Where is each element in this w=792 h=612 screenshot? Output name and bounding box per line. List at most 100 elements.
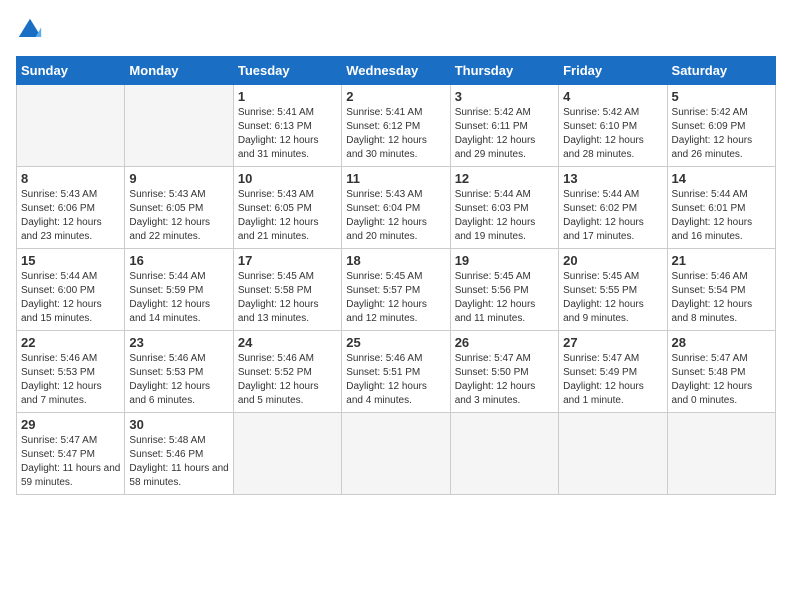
calendar-cell: 15 Sunrise: 5:44 AMSunset: 6:00 PMDayligh… [17, 249, 125, 331]
logo-icon [16, 16, 44, 44]
day-number: 20 [563, 253, 662, 268]
day-number: 13 [563, 171, 662, 186]
cell-info: Sunrise: 5:48 AMSunset: 5:46 PMDaylight:… [129, 435, 228, 488]
calendar-cell: 1 Sunrise: 5:41 AMSunset: 6:13 PMDaylight… [233, 85, 341, 167]
calendar-cell: 12 Sunrise: 5:44 AMSunset: 6:03 PMDayligh… [450, 167, 558, 249]
calendar-cell: 24 Sunrise: 5:46 AMSunset: 5:52 PMDayligh… [233, 331, 341, 413]
cell-info: Sunrise: 5:44 AMSunset: 6:00 PMDaylight:… [21, 271, 102, 324]
calendar-cell: 22 Sunrise: 5:46 AMSunset: 5:53 PMDayligh… [17, 331, 125, 413]
calendar-cell: 26 Sunrise: 5:47 AMSunset: 5:50 PMDayligh… [450, 331, 558, 413]
weekday-header-monday: Monday [125, 57, 233, 85]
day-number: 14 [672, 171, 771, 186]
cell-info: Sunrise: 5:44 AMSunset: 6:02 PMDaylight:… [563, 189, 644, 242]
cell-info: Sunrise: 5:45 AMSunset: 5:57 PMDaylight:… [346, 271, 427, 324]
calendar-week-4: 22 Sunrise: 5:46 AMSunset: 5:53 PMDayligh… [17, 331, 776, 413]
calendar-cell [125, 85, 233, 167]
calendar-cell: 20 Sunrise: 5:45 AMSunset: 5:55 PMDayligh… [559, 249, 667, 331]
cell-info: Sunrise: 5:46 AMSunset: 5:53 PMDaylight:… [21, 353, 102, 406]
day-number: 15 [21, 253, 120, 268]
weekday-header-thursday: Thursday [450, 57, 558, 85]
calendar-cell: 2 Sunrise: 5:41 AMSunset: 6:12 PMDaylight… [342, 85, 450, 167]
calendar-cell: 9 Sunrise: 5:43 AMSunset: 6:05 PMDaylight… [125, 167, 233, 249]
weekday-header-saturday: Saturday [667, 57, 775, 85]
cell-info: Sunrise: 5:46 AMSunset: 5:52 PMDaylight:… [238, 353, 319, 406]
day-number: 19 [455, 253, 554, 268]
day-number: 3 [455, 89, 554, 104]
cell-info: Sunrise: 5:43 AMSunset: 6:04 PMDaylight:… [346, 189, 427, 242]
cell-info: Sunrise: 5:43 AMSunset: 6:05 PMDaylight:… [129, 189, 210, 242]
day-number: 25 [346, 335, 445, 350]
day-number: 29 [21, 417, 120, 432]
calendar-table: SundayMondayTuesdayWednesdayThursdayFrid… [16, 56, 776, 495]
day-number: 10 [238, 171, 337, 186]
cell-info: Sunrise: 5:44 AMSunset: 6:01 PMDaylight:… [672, 189, 753, 242]
cell-info: Sunrise: 5:47 AMSunset: 5:47 PMDaylight:… [21, 435, 120, 488]
cell-info: Sunrise: 5:42 AMSunset: 6:10 PMDaylight:… [563, 107, 644, 160]
calendar-cell: 16 Sunrise: 5:44 AMSunset: 5:59 PMDayligh… [125, 249, 233, 331]
calendar-cell: 19 Sunrise: 5:45 AMSunset: 5:56 PMDayligh… [450, 249, 558, 331]
cell-info: Sunrise: 5:41 AMSunset: 6:12 PMDaylight:… [346, 107, 427, 160]
day-number: 22 [21, 335, 120, 350]
day-number: 16 [129, 253, 228, 268]
cell-info: Sunrise: 5:45 AMSunset: 5:58 PMDaylight:… [238, 271, 319, 324]
day-number: 23 [129, 335, 228, 350]
cell-info: Sunrise: 5:44 AMSunset: 5:59 PMDaylight:… [129, 271, 210, 324]
calendar-cell [233, 413, 341, 495]
calendar-cell: 3 Sunrise: 5:42 AMSunset: 6:11 PMDaylight… [450, 85, 558, 167]
calendar-cell: 10 Sunrise: 5:43 AMSunset: 6:05 PMDayligh… [233, 167, 341, 249]
weekday-header-friday: Friday [559, 57, 667, 85]
weekday-header-sunday: Sunday [17, 57, 125, 85]
weekday-header-tuesday: Tuesday [233, 57, 341, 85]
calendar-cell: 30 Sunrise: 5:48 AMSunset: 5:46 PMDayligh… [125, 413, 233, 495]
cell-info: Sunrise: 5:46 AMSunset: 5:53 PMDaylight:… [129, 353, 210, 406]
calendar-cell: 27Sunrise: 5:47 AMSunset: 5:49 PMDayligh… [559, 331, 667, 413]
calendar-cell: 18Sunrise: 5:45 AMSunset: 5:57 PMDayligh… [342, 249, 450, 331]
calendar-cell [450, 413, 558, 495]
calendar-week-2: 8Sunrise: 5:43 AMSunset: 6:06 PMDaylight… [17, 167, 776, 249]
day-number: 8 [21, 171, 120, 186]
day-number: 1 [238, 89, 337, 104]
day-number: 21 [672, 253, 771, 268]
calendar-cell [559, 413, 667, 495]
day-number: 24 [238, 335, 337, 350]
cell-info: Sunrise: 5:41 AMSunset: 6:13 PMDaylight:… [238, 107, 319, 160]
day-number: 26 [455, 335, 554, 350]
calendar-cell: 13 Sunrise: 5:44 AMSunset: 6:02 PMDayligh… [559, 167, 667, 249]
calendar-cell: 25 Sunrise: 5:46 AMSunset: 5:51 PMDayligh… [342, 331, 450, 413]
cell-info: Sunrise: 5:44 AMSunset: 6:03 PMDaylight:… [455, 189, 536, 242]
cell-info: Sunrise: 5:45 AMSunset: 5:55 PMDaylight:… [563, 271, 644, 324]
day-number: 9 [129, 171, 228, 186]
calendar-week-5: 29 Sunrise: 5:47 AMSunset: 5:47 PMDayligh… [17, 413, 776, 495]
cell-info: Sunrise: 5:42 AMSunset: 6:09 PMDaylight:… [672, 107, 753, 160]
calendar-cell: 28 Sunrise: 5:47 AMSunset: 5:48 PMDayligh… [667, 331, 775, 413]
cell-info: Sunrise: 5:46 AMSunset: 5:51 PMDaylight:… [346, 353, 427, 406]
day-number: 2 [346, 89, 445, 104]
calendar-cell [667, 413, 775, 495]
calendar-cell [342, 413, 450, 495]
calendar-cell: 23 Sunrise: 5:46 AMSunset: 5:53 PMDayligh… [125, 331, 233, 413]
weekday-header-wednesday: Wednesday [342, 57, 450, 85]
calendar-cell: 4Sunrise: 5:42 AMSunset: 6:10 PMDaylight… [559, 85, 667, 167]
day-number: 11 [346, 171, 445, 186]
cell-info: Sunrise: 5:47 AMSunset: 5:49 PMDaylight:… [563, 353, 644, 406]
calendar-cell: 14 Sunrise: 5:44 AMSunset: 6:01 PMDayligh… [667, 167, 775, 249]
calendar-cell: 5 Sunrise: 5:42 AMSunset: 6:09 PMDaylight… [667, 85, 775, 167]
cell-info: Sunrise: 5:45 AMSunset: 5:56 PMDaylight:… [455, 271, 536, 324]
day-number: 12 [455, 171, 554, 186]
calendar-week-1: 1 Sunrise: 5:41 AMSunset: 6:13 PMDaylight… [17, 85, 776, 167]
calendar-cell: 17Sunrise: 5:45 AMSunset: 5:58 PMDayligh… [233, 249, 341, 331]
day-number: 30 [129, 417, 228, 432]
calendar-cell: 11 Sunrise: 5:43 AMSunset: 6:04 PMDayligh… [342, 167, 450, 249]
cell-info: Sunrise: 5:42 AMSunset: 6:11 PMDaylight:… [455, 107, 536, 160]
calendar-cell [17, 85, 125, 167]
cell-info: Sunrise: 5:47 AMSunset: 5:50 PMDaylight:… [455, 353, 536, 406]
cell-info: Sunrise: 5:43 AMSunset: 6:05 PMDaylight:… [238, 189, 319, 242]
calendar-cell: 8Sunrise: 5:43 AMSunset: 6:06 PMDaylight… [17, 167, 125, 249]
cell-info: Sunrise: 5:47 AMSunset: 5:48 PMDaylight:… [672, 353, 753, 406]
day-number: 28 [672, 335, 771, 350]
logo [16, 16, 48, 44]
cell-info: Sunrise: 5:46 AMSunset: 5:54 PMDaylight:… [672, 271, 753, 324]
day-number: 5 [672, 89, 771, 104]
calendar-cell: 29 Sunrise: 5:47 AMSunset: 5:47 PMDayligh… [17, 413, 125, 495]
calendar-cell: 21 Sunrise: 5:46 AMSunset: 5:54 PMDayligh… [667, 249, 775, 331]
